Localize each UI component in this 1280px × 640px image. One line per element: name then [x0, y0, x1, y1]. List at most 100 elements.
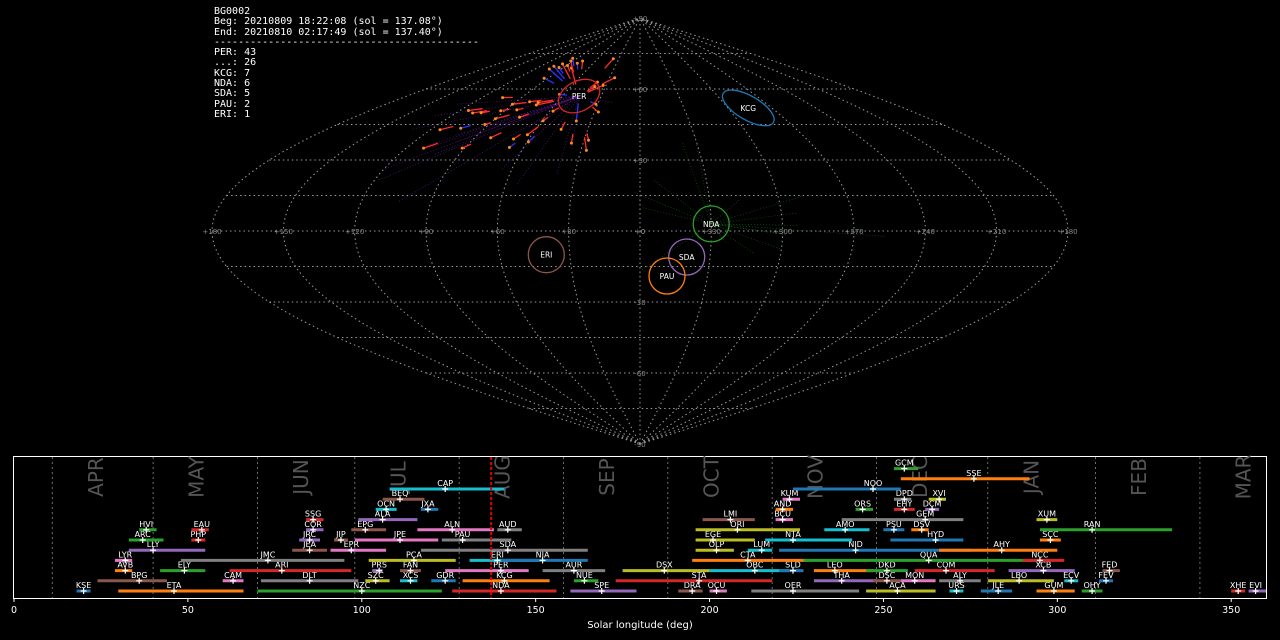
meteor-trail [711, 223, 780, 234]
shower-code-label: DKD [878, 561, 896, 570]
meteor-point [466, 109, 470, 112]
shower-code-label: JLE [991, 581, 1004, 590]
shower-code-label: NOO [864, 479, 883, 488]
radiant-label: PER [572, 92, 586, 101]
shower-code-label: KCG [496, 571, 513, 580]
lat-tick-label: -60 [634, 370, 645, 378]
meteor-point [489, 136, 493, 140]
meteor-segment [439, 125, 454, 131]
meteor-point [569, 59, 573, 63]
meteor-point [512, 137, 515, 141]
x-tick-label: 150 [527, 605, 545, 616]
radiant-sky-map: +180 +150 +120 +90 +60 +30 +0 +330 +300 +270 +240 +… [202, 15, 1077, 449]
shower-code-label: NID [848, 540, 863, 549]
lon-tick-label: +300 [773, 228, 792, 236]
shower-code-label: ECV [1063, 571, 1080, 580]
month-label: NOV [804, 455, 828, 499]
shower-code-label: ORS [854, 499, 871, 508]
shower-timeline-chart: APR MAY JUN JUL AUG SEP OCT NOV DEC JAN FEB MAR KSE… [11, 454, 1267, 631]
shower-code-label: FEV [1098, 571, 1114, 580]
month-label: SEP [595, 458, 619, 495]
meteor-segment [601, 77, 615, 85]
meteor-point [552, 64, 556, 68]
shower-code-label: LUM [753, 540, 770, 549]
shower-code-label: COM [937, 561, 956, 570]
meteor-trail [435, 95, 580, 116]
shower-code-label: MON [905, 571, 924, 580]
meteor-point [536, 101, 540, 105]
x-tick-label: 350 [1222, 605, 1240, 616]
shower-code-label: STA [692, 571, 707, 580]
shower-code-label: EAU [194, 520, 211, 529]
meteor-point [507, 145, 511, 149]
shower-code-label: HVI [139, 520, 153, 529]
x-tick-label: 200 [700, 605, 718, 616]
shower-code-label: NUE [576, 571, 593, 580]
shower-code-label: DPD [896, 489, 913, 498]
shower-code-label: PER [493, 561, 509, 570]
shower-code-label: XHE [1230, 581, 1247, 590]
shower-code-label: OCN [377, 499, 395, 508]
shower-code-label: NIA [536, 550, 550, 559]
shower-code-label: CTA [740, 550, 756, 559]
month-label: MAR [1231, 454, 1255, 499]
shower-code-label: RAN [1084, 520, 1101, 529]
shower-code-label: XUM [1038, 510, 1056, 519]
shower-code-label: JXA [420, 499, 435, 508]
shower-radiants: PER KCG NDA SDA PAU ERI [527, 78, 775, 295]
meteor-point [601, 83, 605, 87]
meteor-trail [711, 196, 802, 225]
shower-code-label: SZC [368, 571, 385, 580]
meteor-trail [654, 180, 712, 225]
meteor-point [596, 110, 600, 114]
meteor-point [571, 56, 575, 60]
meteor-segment [543, 77, 555, 84]
meteor-point [501, 96, 505, 100]
shower-code-label: KSE [76, 581, 91, 590]
shower-code-label: SLD [785, 561, 801, 570]
lon-tick-label: +240 [916, 228, 935, 236]
meteor-trail [711, 223, 781, 249]
shower-code-label: ORI [730, 520, 744, 529]
radiant-label: ERI [540, 251, 552, 260]
meteor-point [569, 141, 573, 145]
lat-tick-label: -30 [634, 299, 645, 307]
shower-code-label: AHY [994, 540, 1010, 549]
x-axis-label: Solar longitude (deg) [587, 620, 693, 631]
shower-code-label: EGE [705, 530, 721, 539]
meteor-point [542, 76, 546, 80]
shower-code-label: DSV [913, 520, 930, 529]
lat-tick-label: +90 [633, 15, 648, 23]
meteor-point [479, 111, 483, 115]
month-label: AUG [491, 455, 515, 499]
meteor-point [526, 140, 530, 144]
meteor-point [459, 126, 463, 130]
shower-code-label: PCA [406, 550, 422, 559]
shower-code-label: SSG [305, 510, 321, 519]
meteor-segment [468, 108, 483, 112]
lat-tick-label: -90 [634, 441, 645, 449]
x-tick-label: 100 [353, 605, 371, 616]
meteor-point [528, 100, 532, 104]
shower-code-label: JRC [302, 530, 317, 539]
lon-tick-label: +330 [702, 228, 721, 236]
lon-tick-label: +150 [274, 228, 293, 236]
radiant-label: KCG [741, 104, 757, 113]
meteor-point [499, 109, 503, 113]
shower-code-label: LYR [118, 550, 132, 559]
meteor-segment [460, 124, 471, 129]
shower-code-label: FAN [403, 561, 418, 570]
shower-code-label: JPE [393, 530, 406, 539]
shower-code-label: AUR [565, 561, 582, 570]
lon-tick-label: +180 [1058, 228, 1077, 236]
meteor-trail [711, 223, 798, 226]
shower-code-label: QUA [920, 550, 938, 559]
shower-code-label: SPE [594, 581, 609, 590]
lon-tick-label: +270 [844, 228, 863, 236]
month-label: FEB [1127, 458, 1151, 496]
shower-code-label: FED [1102, 561, 1118, 570]
meteor-point [593, 85, 597, 89]
shower-code-label: LLY [147, 540, 160, 549]
meteor-point [525, 133, 529, 137]
shower-code-label: EVI [1249, 581, 1262, 590]
